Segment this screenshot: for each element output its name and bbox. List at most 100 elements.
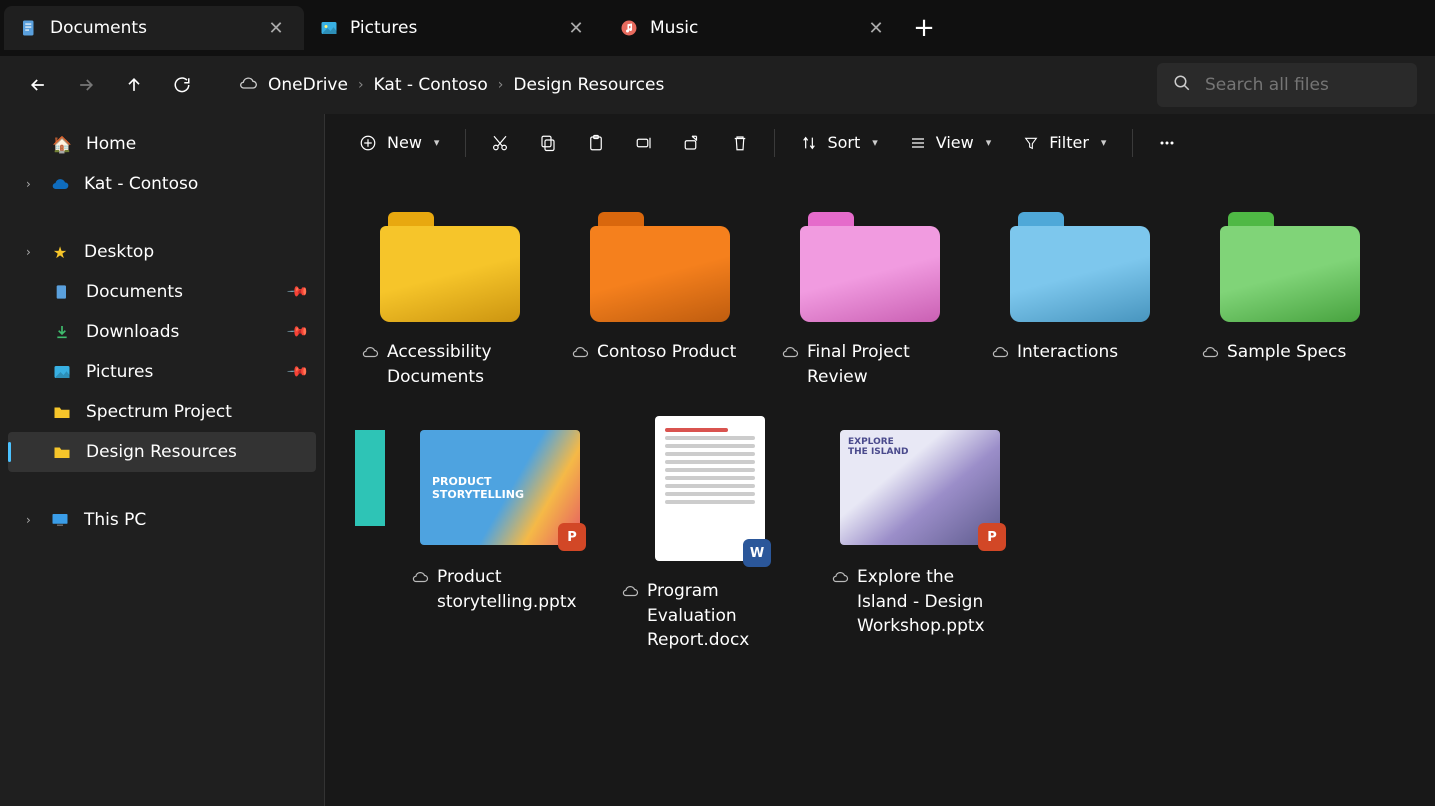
chevron-down-icon: ▾ [434,136,440,149]
filter-label: Filter [1049,133,1089,152]
item-name: Program Evaluation Report.docx [647,579,799,653]
crumb-onedrive[interactable]: OneDrive [268,75,348,95]
refresh-button[interactable] [162,65,202,105]
tab-bar: Documents ✕ Pictures ✕ Music ✕ + [0,0,1435,56]
file-grid: Accessibility Documents Contoso Product Fi… [325,172,1435,683]
sidebar-item-label: Design Resources [86,442,306,462]
folder-icon [1010,212,1150,322]
cloud-icon [1201,343,1219,369]
folder-item[interactable]: Accessibility Documents [355,202,545,396]
sidebar-item-spectrum-project[interactable]: Spectrum Project [8,392,316,432]
close-icon[interactable]: ✕ [264,18,288,39]
close-icon[interactable]: ✕ [864,18,888,39]
search-box[interactable] [1157,63,1417,107]
sidebar-item-label: Spectrum Project [86,402,306,422]
sidebar-item-label: Pictures [86,362,275,382]
forward-button[interactable] [66,65,106,105]
tab-pictures[interactable]: Pictures ✕ [304,6,604,50]
file-thumbnail: EXPLORETHE ISLANDP [840,430,1000,545]
onedrive-icon [50,177,70,191]
more-button[interactable] [1147,125,1187,161]
item-name: Final Project Review [807,340,959,389]
pin-icon: 📌 [285,280,309,304]
crumb-design-resources[interactable]: Design Resources [513,75,664,95]
view-button[interactable]: View ▾ [898,125,1004,161]
sidebar-item-downloads[interactable]: Downloads 📌 [8,312,316,352]
tab-label: Pictures [350,18,552,38]
tab-music[interactable]: Music ✕ [604,6,904,50]
sidebar-item-label: Downloads [86,322,275,342]
folder-item[interactable]: Interactions [985,202,1175,396]
file-thumbnail: PRODUCTSTORYTELLINGP [420,430,580,545]
rename-button[interactable] [624,125,664,161]
folder-icon [590,212,730,322]
folder-item[interactable]: Contoso Product [565,202,755,396]
chevron-right-icon[interactable]: › [26,177,40,191]
item-name: Contoso Product [597,340,736,365]
tab-documents[interactable]: Documents ✕ [4,6,304,50]
file-item[interactable]: PRODUCTSTORYTELLINGPProduct storytelling… [405,406,595,653]
cloud-icon [411,568,429,594]
close-icon[interactable]: ✕ [564,18,588,39]
sidebar-item-documents[interactable]: Documents 📌 [8,272,316,312]
documents-icon [52,283,72,301]
new-button[interactable]: New ▾ [347,125,451,161]
file-item[interactable]: EXPLORETHE ISLANDPExplore the Island - D… [825,406,1015,653]
folder-icon [52,444,72,460]
cloud-icon [991,343,1009,369]
search-input[interactable] [1205,75,1424,95]
sidebar-item-kat-contoso[interactable]: › Kat - Contoso [8,164,316,204]
back-button[interactable] [18,65,58,105]
chevron-right-icon[interactable]: › [26,513,40,527]
chevron-right-icon[interactable]: › [26,245,40,259]
folder-item[interactable]: Sample Specs [1195,202,1385,396]
folder-icon [380,212,520,322]
sidebar-item-home[interactable]: 🏠 Home [8,124,316,164]
view-label: View [936,133,974,152]
sidebar-item-design-resources[interactable]: Design Resources [8,432,316,472]
search-icon [1173,74,1191,96]
folder-icon [52,404,72,420]
breadcrumb: OneDrive › Kat - Contoso › Design Resour… [222,63,1137,107]
folder-icon [800,212,940,322]
home-icon: 🏠 [52,135,72,154]
sidebar: 🏠 Home › Kat - Contoso › ★ Desktop Docum… [0,114,325,806]
file-thumbnail: W [655,416,765,561]
crumb-kat[interactable]: Kat - Contoso [374,75,488,95]
paste-button[interactable] [576,125,616,161]
chevron-down-icon: ▾ [872,136,878,149]
sidebar-item-label: This PC [84,510,306,530]
folder-item-partial[interactable] [355,406,385,653]
item-name: Accessibility Documents [387,340,539,389]
tab-label: Documents [50,18,252,38]
pin-icon: 📌 [285,320,309,344]
folder-item[interactable]: Final Project Review [775,202,965,396]
navigation-bar: OneDrive › Kat - Contoso › Design Resour… [0,56,1435,114]
chevron-down-icon: ▾ [986,136,992,149]
cloud-icon [238,73,258,97]
sidebar-item-desktop[interactable]: › ★ Desktop [8,232,316,272]
item-name: Sample Specs [1227,340,1346,365]
chevron-right-icon: › [498,77,504,93]
file-item[interactable]: W Program Evaluation Report.docx [615,406,805,653]
new-tab-button[interactable]: + [904,13,944,43]
word-badge-icon: W [743,539,771,567]
download-icon [52,324,72,340]
folder-icon [355,416,385,526]
chevron-right-icon: › [358,77,364,93]
sidebar-item-label: Home [86,134,306,154]
filter-button[interactable]: Filter ▾ [1011,125,1118,161]
cloud-icon [781,343,799,369]
sidebar-item-pictures[interactable]: Pictures 📌 [8,352,316,392]
up-button[interactable] [114,65,154,105]
copy-button[interactable] [528,125,568,161]
cloud-icon [571,343,589,369]
cut-button[interactable] [480,125,520,161]
toolbar: New ▾ Sor [325,114,1435,172]
new-label: New [387,133,422,152]
item-name: Interactions [1017,340,1118,365]
delete-button[interactable] [720,125,760,161]
share-button[interactable] [672,125,712,161]
sort-button[interactable]: Sort ▾ [789,125,889,161]
sidebar-item-this-pc[interactable]: › This PC [8,500,316,540]
